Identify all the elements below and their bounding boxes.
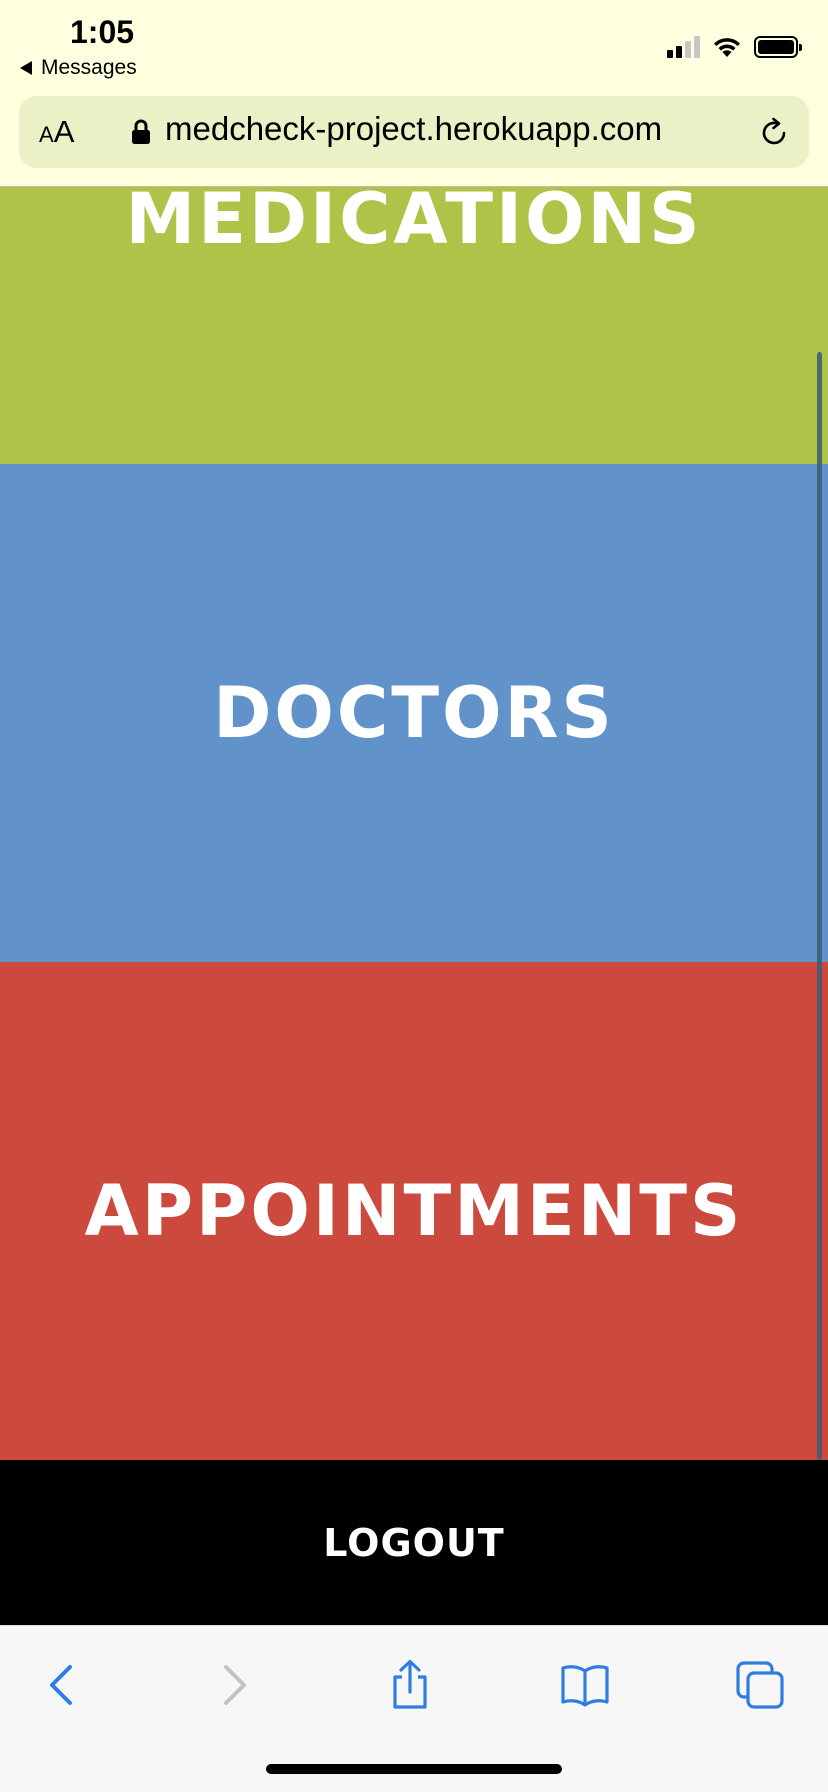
tabs-button[interactable] (728, 1653, 792, 1717)
forward-button[interactable] (203, 1653, 267, 1717)
wifi-icon (714, 38, 740, 57)
address-bar[interactable]: A A medcheck-project.herokuapp.com (19, 96, 809, 168)
browser-top-bar: 1:05 Messages A A medcheck-project.herok… (0, 0, 828, 187)
battery-icon (754, 36, 802, 58)
doctors-tile[interactable]: DOCTORS (0, 464, 828, 962)
logout-button[interactable]: LOGOUT (0, 1460, 828, 1625)
back-button[interactable] (29, 1653, 93, 1717)
lock-icon (132, 119, 150, 144)
back-app-label: Messages (41, 56, 137, 79)
status-icons (667, 36, 802, 58)
tabs-icon (736, 1661, 784, 1709)
back-to-app-link[interactable]: Messages (20, 56, 137, 80)
doctors-label: DOCTORS (213, 672, 615, 754)
back-triangle-icon (20, 61, 32, 75)
home-indicator[interactable] (266, 1764, 562, 1774)
medications-label: MEDICATIONS (125, 178, 703, 260)
url-text[interactable]: medcheck-project.herokuapp.com (165, 110, 662, 148)
bookmarks-icon (561, 1665, 609, 1707)
cellular-signal-icon (667, 36, 700, 58)
appointments-label: APPOINTMENTS (84, 1170, 744, 1252)
page-scrollbar[interactable] (817, 352, 822, 1460)
share-button[interactable] (378, 1653, 442, 1717)
text-size-button[interactable]: A A (39, 114, 74, 150)
bookmarks-button[interactable] (553, 1653, 617, 1717)
appointments-tile[interactable]: APPOINTMENTS (0, 962, 828, 1460)
status-time: 1:05 (70, 14, 135, 50)
share-icon (393, 1659, 427, 1709)
back-icon (50, 1665, 72, 1705)
forward-icon (224, 1665, 246, 1705)
reload-icon[interactable] (757, 116, 791, 150)
